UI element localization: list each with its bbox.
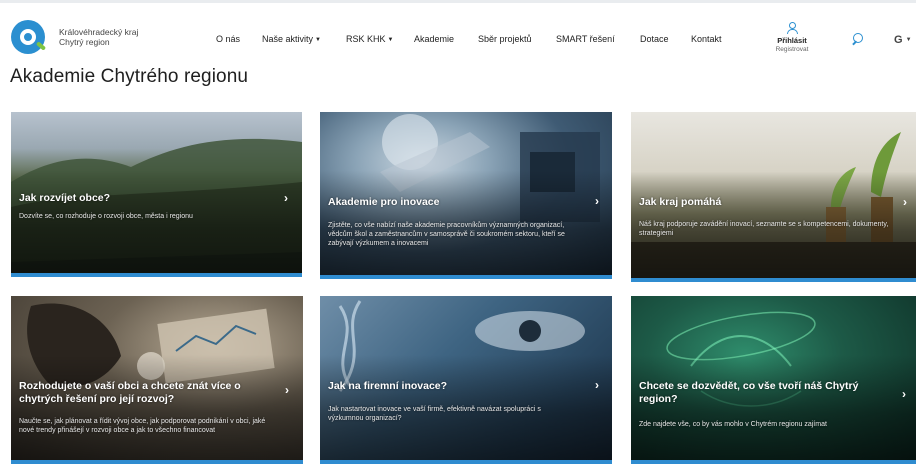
nav-item-o-nas[interactable]: O nás bbox=[216, 34, 240, 44]
card-description: Zjistěte, co vše nabízí naše akademie pr… bbox=[328, 222, 565, 247]
card-title: Rozhodujete o vaší obci a chcete znát ví… bbox=[19, 380, 241, 405]
card-title: Chcete se dozvědět, co vše tvoří náš Chy… bbox=[639, 380, 859, 405]
nav-label: Dotace bbox=[640, 34, 669, 44]
card-description: Jak nastartovat inovace ve vaší firmě, e… bbox=[328, 406, 541, 422]
login-link[interactable]: Přihlásit bbox=[770, 36, 814, 45]
card-title: Jak rozvíjet obce? bbox=[19, 192, 111, 204]
chevron-right-icon: › bbox=[284, 191, 288, 205]
card-accent-bar bbox=[320, 460, 612, 464]
nav-label: Sběr projektů bbox=[478, 34, 532, 44]
nav-label: Naše aktivity bbox=[262, 34, 314, 44]
card-description: Naučte se, jak plánovat a řídit vývoj ob… bbox=[19, 418, 266, 434]
card-title: Jak na firemní inovace? bbox=[328, 380, 448, 392]
q-logo-icon[interactable] bbox=[11, 20, 45, 54]
nav-item-dotace[interactable]: Dotace bbox=[640, 34, 669, 44]
site-header: Královéhradecký kraj Chytrý region O nás… bbox=[0, 6, 916, 62]
card-jak-kraj-pomaha[interactable]: Jak kraj pomáhá Náš kraj podporuje zavád… bbox=[631, 112, 916, 282]
card-accent-bar bbox=[631, 460, 916, 464]
nav-item-nase-aktivity[interactable]: Naše aktivity ▼ bbox=[262, 34, 321, 44]
nav-label: RSK KHK bbox=[346, 34, 386, 44]
card-accent-bar bbox=[320, 275, 612, 279]
chevron-right-icon: › bbox=[595, 378, 599, 392]
user-icon[interactable] bbox=[786, 22, 798, 34]
card-jak-rozvijet-obce[interactable]: Jak rozvíjet obce? Dozvíte se, co rozhod… bbox=[11, 112, 302, 277]
card-description: Náš kraj podporuje zavádění inovací, sez… bbox=[639, 221, 889, 237]
brand-name[interactable]: Královéhradecký kraj Chytrý region bbox=[59, 27, 138, 47]
search-icon[interactable] bbox=[851, 33, 863, 45]
register-link[interactable]: Registrovat bbox=[770, 45, 814, 54]
chevron-right-icon: › bbox=[285, 383, 289, 397]
chevron-down-icon: ▼ bbox=[387, 37, 394, 43]
chevron-right-icon: › bbox=[903, 195, 907, 209]
nav-label: O nás bbox=[216, 34, 241, 44]
chevron-right-icon: › bbox=[902, 387, 906, 401]
nav-item-rsk-khk[interactable]: RSK KHK ▼ bbox=[346, 34, 393, 44]
nav-item-kontakt[interactable]: Kontakt bbox=[691, 34, 722, 44]
nav-item-sber-projektu[interactable]: Sběr projektů bbox=[478, 34, 532, 44]
nav-label: Akademie bbox=[414, 34, 455, 44]
nav-label: SMART řešení bbox=[556, 34, 615, 44]
card-accent-bar bbox=[11, 273, 302, 277]
card-rozhodujete-o-obci[interactable]: Rozhodujete o vaší obci a chcete znát ví… bbox=[11, 296, 303, 464]
card-accent-bar bbox=[11, 460, 303, 464]
card-akademie-pro-inovace[interactable]: Akademie pro inovace Zjistěte, co vše na… bbox=[320, 112, 612, 279]
card-description: Zde najdete vše, co by vás mohlo v Chytr… bbox=[639, 421, 827, 428]
nav-item-akademie[interactable]: Akademie bbox=[414, 34, 454, 44]
brand-line-2: Chytrý region bbox=[59, 37, 110, 47]
card-title: Akademie pro inovace bbox=[328, 196, 440, 208]
chevron-down-icon: ▼ bbox=[905, 37, 912, 43]
chevron-right-icon: › bbox=[595, 194, 599, 208]
card-description: Dozvíte se, co rozhoduje o rozvoji obce,… bbox=[19, 213, 193, 220]
language-label: G bbox=[894, 34, 903, 46]
card-accent-bar bbox=[631, 278, 916, 282]
login-area: Přihlásit Registrovat bbox=[770, 22, 814, 54]
nav-item-smart-reseni[interactable]: SMART řešení bbox=[556, 34, 615, 44]
card-jak-na-firemni-inovace[interactable]: Jak na firemní inovace? Jak nastartovat … bbox=[320, 296, 612, 464]
card-title: Jak kraj pomáhá bbox=[639, 196, 722, 208]
chevron-down-icon: ▼ bbox=[315, 37, 321, 43]
card-chytry-region[interactable]: Chcete se dozvědět, co vše tvoří náš Chy… bbox=[631, 296, 916, 464]
top-border bbox=[0, 0, 916, 3]
page-title: Akademie Chytrého regionu bbox=[10, 66, 249, 87]
nav-label: Kontakt bbox=[691, 34, 722, 44]
language-selector[interactable]: G ▼ bbox=[894, 34, 912, 46]
brand-line-1: Královéhradecký kraj bbox=[59, 27, 139, 37]
